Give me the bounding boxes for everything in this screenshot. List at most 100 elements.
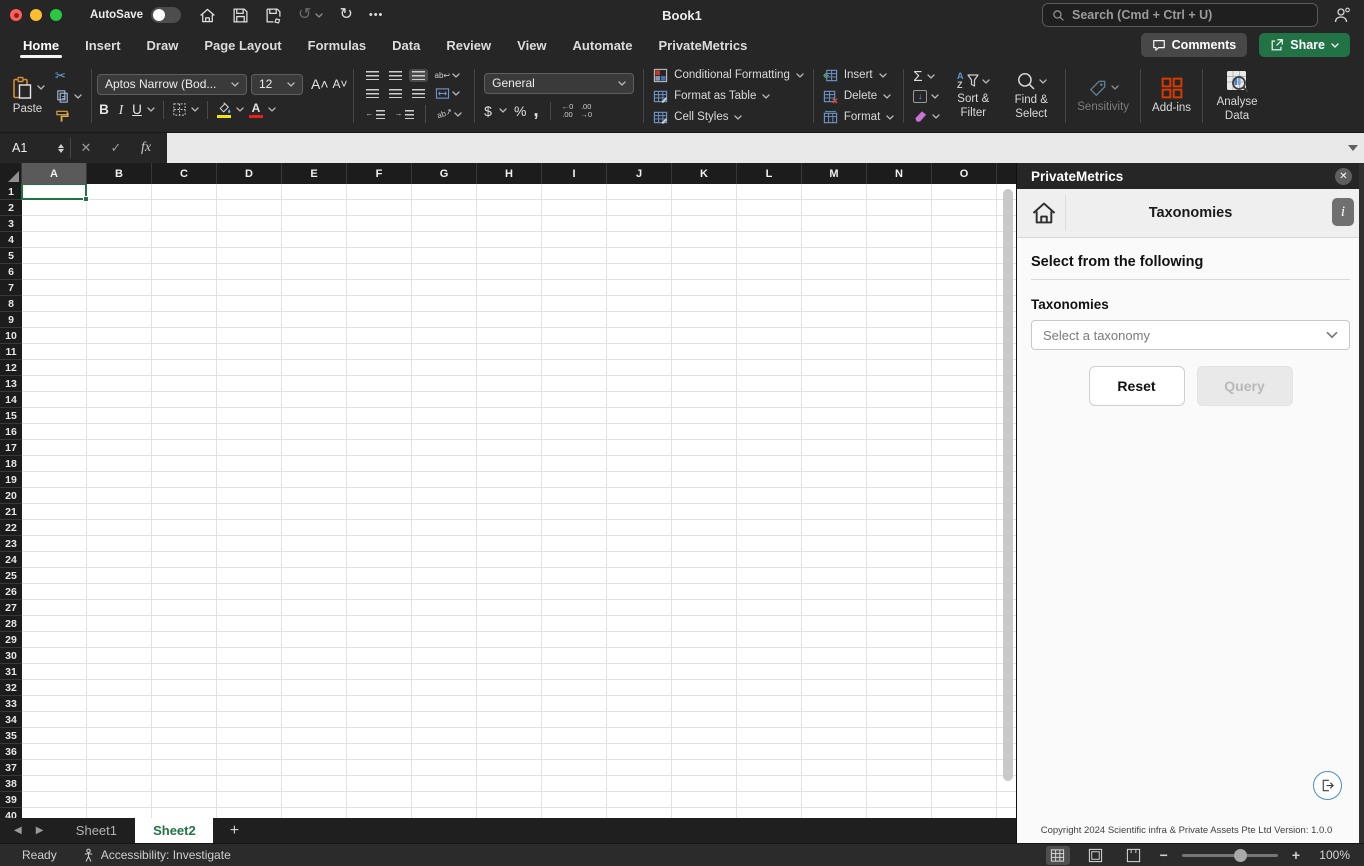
cut-button[interactable]: ✂ xyxy=(55,68,82,84)
fill-button[interactable]: ↓ xyxy=(913,90,940,103)
cell-C29[interactable] xyxy=(152,632,217,648)
cell-G5[interactable] xyxy=(412,248,477,264)
cell-H33[interactable] xyxy=(477,696,542,712)
cell-K30[interactable] xyxy=(672,648,737,664)
cell-C31[interactable] xyxy=(152,664,217,680)
grow-font-button[interactable]: A˄ xyxy=(311,76,329,92)
cell-J28[interactable] xyxy=(607,616,672,632)
cell-L17[interactable] xyxy=(737,440,802,456)
cell-D11[interactable] xyxy=(217,344,282,360)
accessibility-status[interactable]: Accessibility: Investigate xyxy=(81,848,231,863)
cell-H28[interactable] xyxy=(477,616,542,632)
cell-A1[interactable] xyxy=(22,184,87,200)
cell-D27[interactable] xyxy=(217,600,282,616)
cell-M23[interactable] xyxy=(802,536,867,552)
cell-J23[interactable] xyxy=(607,536,672,552)
format-painter-button[interactable] xyxy=(55,109,82,124)
cell-J11[interactable] xyxy=(607,344,672,360)
cell-E1[interactable] xyxy=(282,184,347,200)
cell-D1[interactable] xyxy=(217,184,282,200)
increase-decimal-button[interactable]: ←0.00 xyxy=(562,103,574,119)
cell-D30[interactable] xyxy=(217,648,282,664)
row-header-16[interactable]: 16 xyxy=(0,424,22,440)
cell-O5[interactable] xyxy=(932,248,997,264)
cell-B23[interactable] xyxy=(87,536,152,552)
cell-B8[interactable] xyxy=(87,296,152,312)
cell-N39[interactable] xyxy=(867,792,932,808)
cell-O1[interactable] xyxy=(932,184,997,200)
cell-I20[interactable] xyxy=(542,488,607,504)
cell-E28[interactable] xyxy=(282,616,347,632)
cell-E27[interactable] xyxy=(282,600,347,616)
cell-G32[interactable] xyxy=(412,680,477,696)
cell-E22[interactable] xyxy=(282,520,347,536)
cell-G35[interactable] xyxy=(412,728,477,744)
cell-C17[interactable] xyxy=(152,440,217,456)
cell-N10[interactable] xyxy=(867,328,932,344)
cell-B22[interactable] xyxy=(87,520,152,536)
cell-E40[interactable] xyxy=(282,808,347,818)
row-header-20[interactable]: 20 xyxy=(0,488,22,504)
column-header-B[interactable]: B xyxy=(87,163,152,184)
cell-L7[interactable] xyxy=(737,280,802,296)
cell-G8[interactable] xyxy=(412,296,477,312)
cell-A26[interactable] xyxy=(22,584,87,600)
row-header-12[interactable]: 12 xyxy=(0,360,22,376)
row-header-25[interactable]: 25 xyxy=(0,568,22,584)
decrease-decimal-button[interactable]: .00→0 xyxy=(580,103,592,119)
cell-K21[interactable] xyxy=(672,504,737,520)
cell-K15[interactable] xyxy=(672,408,737,424)
cell-E30[interactable] xyxy=(282,648,347,664)
cell-N13[interactable] xyxy=(867,376,932,392)
cell-B14[interactable] xyxy=(87,392,152,408)
cell-A9[interactable] xyxy=(22,312,87,328)
cell-A39[interactable] xyxy=(22,792,87,808)
cell-J37[interactable] xyxy=(607,760,672,776)
cell-B24[interactable] xyxy=(87,552,152,568)
cell-N37[interactable] xyxy=(867,760,932,776)
comments-button[interactable]: Comments xyxy=(1141,33,1248,57)
cell-A4[interactable] xyxy=(22,232,87,248)
column-header-C[interactable]: C xyxy=(152,163,217,184)
cell-F13[interactable] xyxy=(347,376,412,392)
cell-E37[interactable] xyxy=(282,760,347,776)
cell-I7[interactable] xyxy=(542,280,607,296)
cell-M14[interactable] xyxy=(802,392,867,408)
currency-chevron-icon[interactable] xyxy=(499,108,507,113)
cell-D15[interactable] xyxy=(217,408,282,424)
cell-C11[interactable] xyxy=(152,344,217,360)
cell-M38[interactable] xyxy=(802,776,867,792)
cell-O34[interactable] xyxy=(932,712,997,728)
cell-G26[interactable] xyxy=(412,584,477,600)
wrap-text-button[interactable]: ab↩ xyxy=(432,70,464,82)
cell-L12[interactable] xyxy=(737,360,802,376)
cell-J7[interactable] xyxy=(607,280,672,296)
cell-H32[interactable] xyxy=(477,680,542,696)
row-header-8[interactable]: 8 xyxy=(0,296,22,312)
cell-I28[interactable] xyxy=(542,616,607,632)
cell-B39[interactable] xyxy=(87,792,152,808)
cell-K10[interactable] xyxy=(672,328,737,344)
cell-A2[interactable] xyxy=(22,200,87,216)
cell-B31[interactable] xyxy=(87,664,152,680)
cell-F18[interactable] xyxy=(347,456,412,472)
cell-G21[interactable] xyxy=(412,504,477,520)
cell-C36[interactable] xyxy=(152,744,217,760)
zoom-slider[interactable] xyxy=(1182,854,1278,857)
font-color-chevron-icon[interactable] xyxy=(268,107,276,112)
cell-L30[interactable] xyxy=(737,648,802,664)
cell-E10[interactable] xyxy=(282,328,347,344)
cell-L22[interactable] xyxy=(737,520,802,536)
cell-F14[interactable] xyxy=(347,392,412,408)
cell-O29[interactable] xyxy=(932,632,997,648)
row-header-2[interactable]: 2 xyxy=(0,200,22,216)
cell-K4[interactable] xyxy=(672,232,737,248)
cell-L1[interactable] xyxy=(737,184,802,200)
cell-O14[interactable] xyxy=(932,392,997,408)
cell-I18[interactable] xyxy=(542,456,607,472)
cell-L16[interactable] xyxy=(737,424,802,440)
row-header-14[interactable]: 14 xyxy=(0,392,22,408)
tab-home[interactable]: Home xyxy=(10,30,72,60)
cell-B7[interactable] xyxy=(87,280,152,296)
cell-D40[interactable] xyxy=(217,808,282,818)
